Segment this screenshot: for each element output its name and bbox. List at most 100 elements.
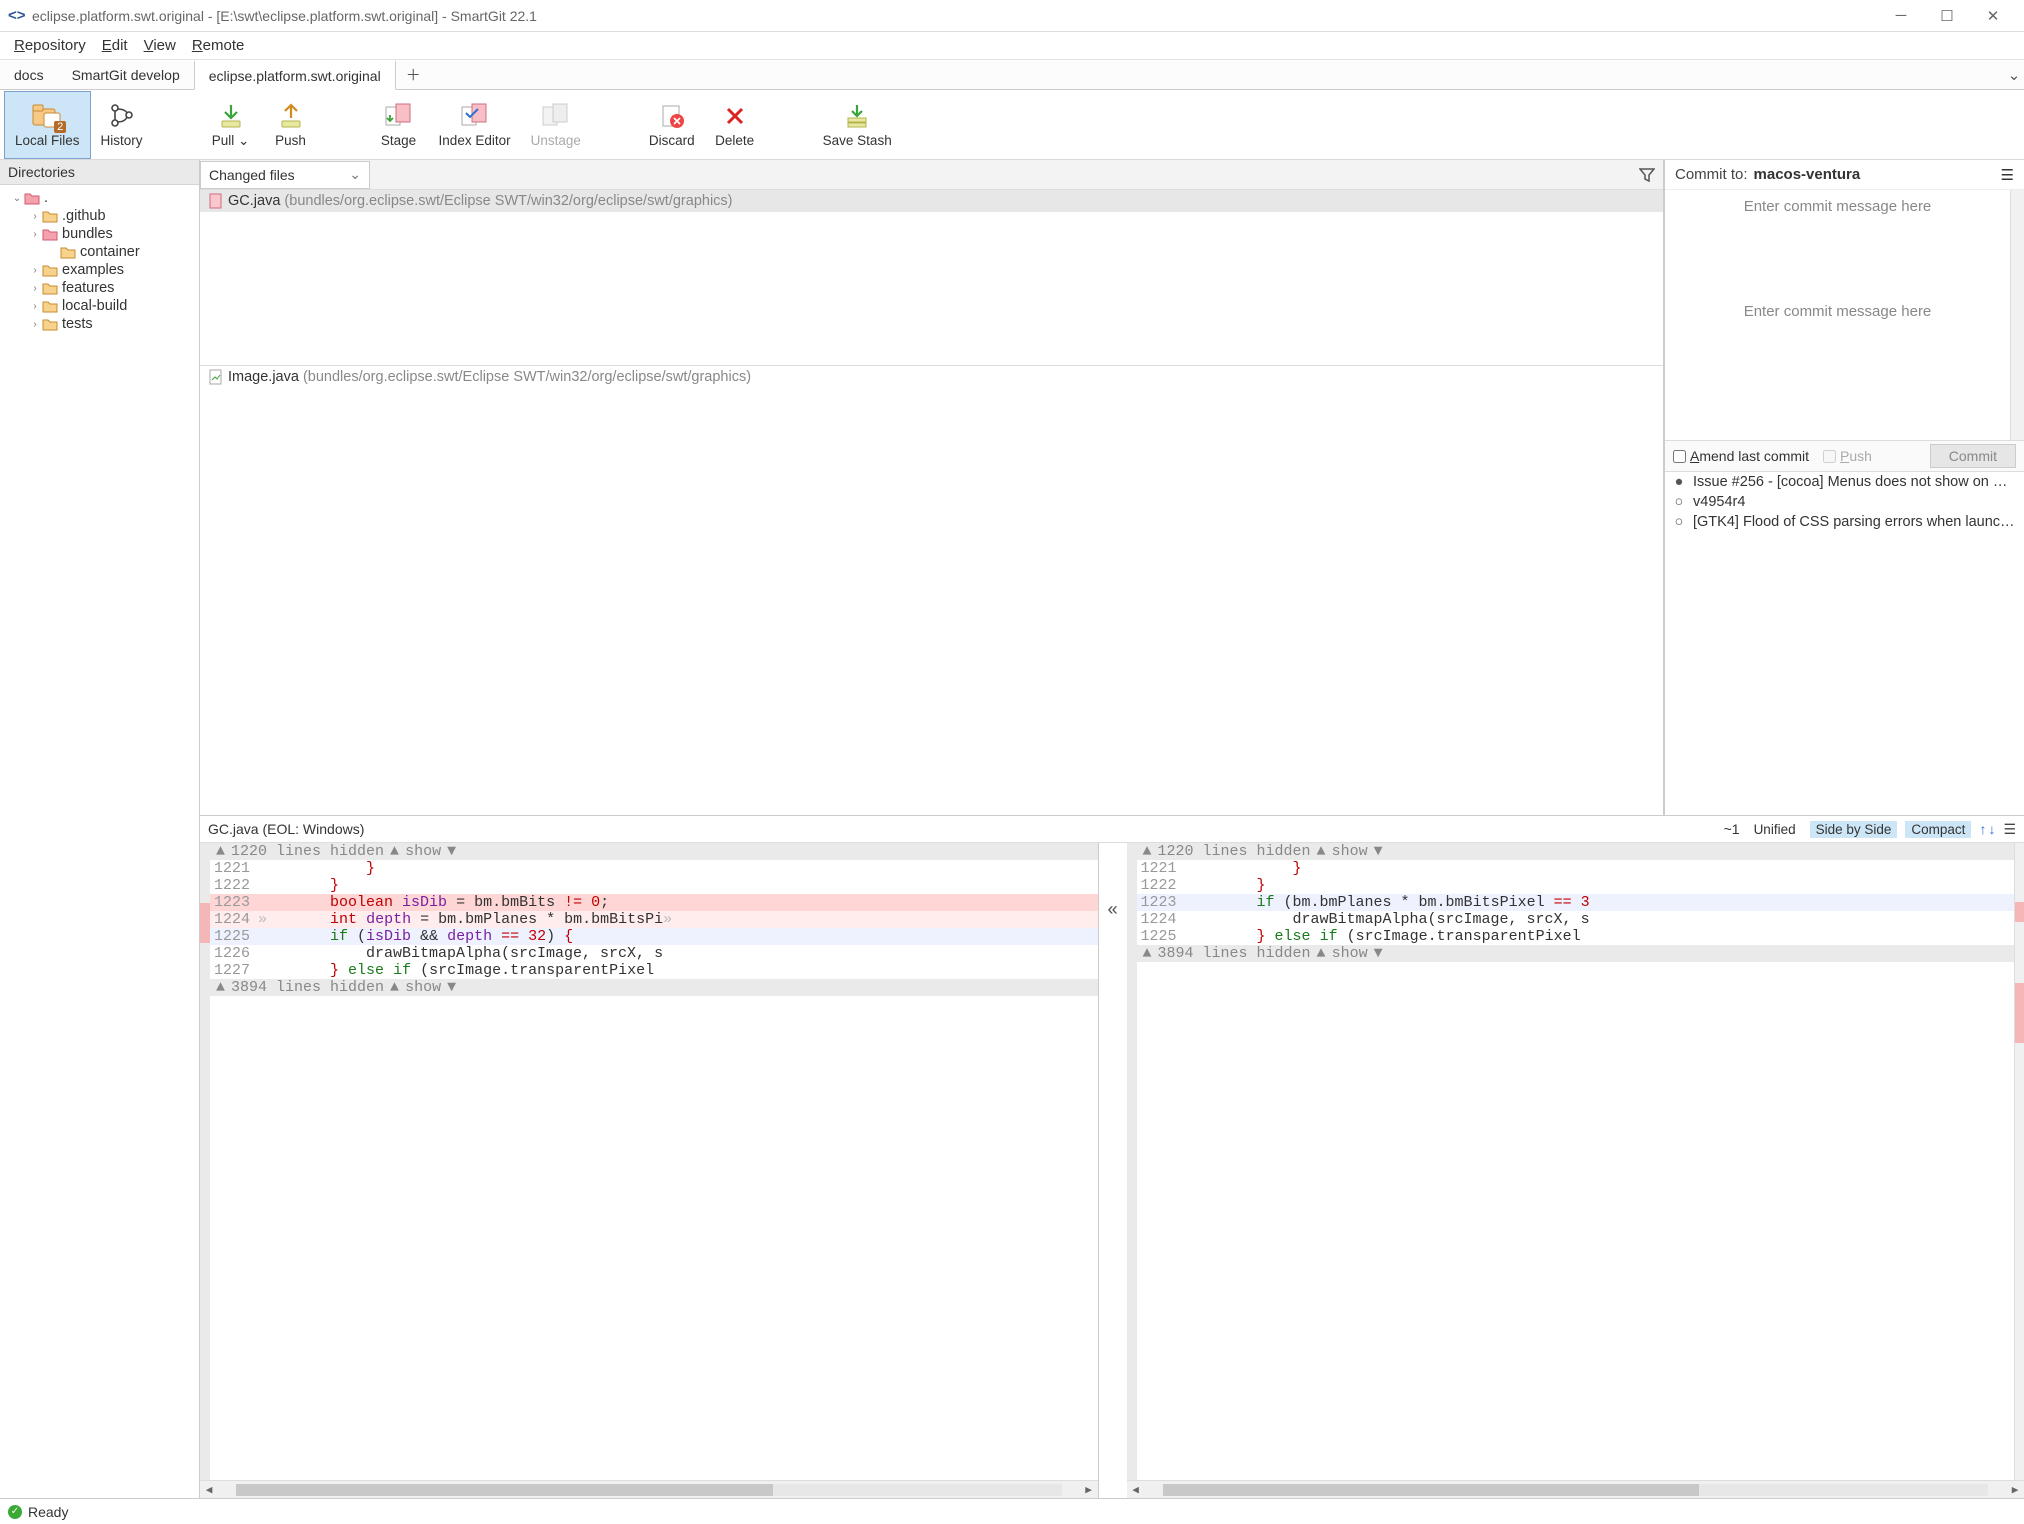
menu-repository[interactable]: Repository xyxy=(8,35,92,56)
menu-view[interactable]: View xyxy=(138,35,182,56)
code-line[interactable]: 1226 drawBitmapAlpha(srcImage, srcX, s xyxy=(210,945,1098,962)
save-stash-button[interactable]: Save Stash xyxy=(813,91,902,159)
diff-file-label: GC.java (EOL: Windows) xyxy=(208,821,364,837)
directories-header: Directories xyxy=(0,160,199,185)
window-title: eclipse.platform.swt.original - [E:\swt\… xyxy=(32,8,1878,24)
maximize-button[interactable]: ☐ xyxy=(1924,0,1970,32)
code-line[interactable]: 1223 boolean isDib = bm.bmBits != 0; xyxy=(210,894,1098,911)
directories-panel: Directories ⌄.›.github›bundlescontainer›… xyxy=(0,160,200,1498)
changed-files-list[interactable]: GC.java (bundles/org.eclipse.swt/Eclipse… xyxy=(200,190,1663,365)
file-row-gc[interactable]: GC.java (bundles/org.eclipse.swt/Eclipse… xyxy=(200,190,1663,212)
toolbar: 2 Local Files History Pull ⌄ Push xyxy=(0,90,2024,160)
tab-add[interactable]: ＋ xyxy=(396,60,431,89)
repo-tabs: docs SmartGit develop eclipse.platform.s… xyxy=(0,60,2024,90)
code-line[interactable]: 1222 } xyxy=(210,877,1098,894)
tree-item-features[interactable]: ›features xyxy=(4,279,195,297)
menu-remote[interactable]: Remote xyxy=(186,35,251,56)
code-line[interactable]: 1221 } xyxy=(210,860,1098,877)
amend-checkbox[interactable]: Amend last commit xyxy=(1673,448,1809,464)
status-text: Ready xyxy=(28,1504,68,1520)
history-icon xyxy=(107,101,137,131)
commit-log[interactable]: ●Issue #256 - [cocoa] Menus does not sho… xyxy=(1665,472,2024,815)
commit-menu-icon[interactable]: ☰ xyxy=(2001,166,2014,184)
commit-scrollbar[interactable] xyxy=(2010,190,2024,440)
commit-message-input[interactable] xyxy=(1665,190,2010,440)
tree-item-.github[interactable]: ›.github xyxy=(4,207,195,225)
local-files-badge: 2 xyxy=(54,121,66,133)
tab-smartgit-develop[interactable]: SmartGit develop xyxy=(58,60,194,89)
prev-change-icon[interactable]: ↑ xyxy=(1979,821,1986,837)
directories-tree[interactable]: ⌄.›.github›bundlescontainer›examples›fea… xyxy=(0,185,199,1498)
menu-edit[interactable]: Edit xyxy=(96,35,134,56)
commit-button[interactable]: Commit xyxy=(1930,444,2016,468)
status-ok-icon: ✓ xyxy=(8,1505,22,1519)
code-line[interactable]: 1222 } xyxy=(1137,877,2015,894)
unstage-button[interactable]: Unstage xyxy=(521,91,591,159)
tabs-overflow[interactable]: ⌄ xyxy=(2004,60,2024,89)
filter-icon[interactable] xyxy=(1639,167,1655,183)
index-editor-icon xyxy=(460,101,490,131)
tab-eclipse-swt[interactable]: eclipse.platform.swt.original xyxy=(194,60,396,90)
view-compact[interactable]: Compact xyxy=(1905,821,1971,838)
status-bar: ✓ Ready xyxy=(0,1498,2024,1524)
diff-overview-ruler[interactable] xyxy=(2014,843,2024,1480)
diff-left-lines[interactable]: ▲1220 lines hidden▲show▼ 1221 }1222 }122… xyxy=(210,843,1098,1480)
tree-item-container[interactable]: container xyxy=(4,243,195,261)
diff-right-hscroll[interactable]: ◀▶ xyxy=(1127,1480,2024,1498)
save-stash-icon xyxy=(842,101,872,131)
code-line[interactable]: 1227 } else if (srcImage.transparentPixe… xyxy=(210,962,1098,979)
code-line[interactable]: 1221 } xyxy=(1137,860,2015,877)
file-row-image[interactable]: Image.java (bundles/org.eclipse.swt/Ecli… xyxy=(200,366,1663,388)
diff-view: ▲1220 lines hidden▲show▼ 1221 }1222 }122… xyxy=(200,843,2024,1498)
local-files-button[interactable]: 2 Local Files xyxy=(4,91,91,159)
pull-button[interactable]: Pull ⌄ xyxy=(201,91,261,159)
commit-panel: Commit to: macos-ventura ☰ Enter commit … xyxy=(1664,160,2024,815)
diff-right-lines[interactable]: ▲1220 lines hidden▲show▼ 1221 }1222 }122… xyxy=(1137,843,2015,1480)
history-button[interactable]: History xyxy=(91,91,153,159)
delete-button[interactable]: Delete xyxy=(705,91,765,159)
diff-change-count: ~1 xyxy=(1724,821,1740,837)
title-bar: <> eclipse.platform.swt.original - [E:\s… xyxy=(0,0,2024,32)
diff-menu-icon[interactable]: ☰ xyxy=(2003,821,2016,838)
file-modified-icon xyxy=(208,193,224,209)
view-side-by-side[interactable]: Side by Side xyxy=(1810,821,1898,838)
local-files-icon: 2 xyxy=(32,101,62,131)
file-icon xyxy=(208,369,224,385)
tree-item-bundles[interactable]: ›bundles xyxy=(4,225,195,243)
commit-branch: macos-ventura xyxy=(1754,166,1861,183)
unstage-icon xyxy=(541,101,571,131)
code-line[interactable]: 1224» int depth = bm.bmPlanes * bm.bmBit… xyxy=(210,911,1098,928)
changed-files-dropdown[interactable]: Changed files⌄ xyxy=(200,161,370,189)
tree-item-examples[interactable]: ›examples xyxy=(4,261,195,279)
code-line[interactable]: 1224 drawBitmapAlpha(srcImage, srcX, s xyxy=(1137,911,2015,928)
code-line[interactable]: 1223 if (bm.bmPlanes * bm.bmBitsPixel ==… xyxy=(1137,894,2015,911)
stage-button[interactable]: Stage xyxy=(369,91,429,159)
push-button[interactable]: Push xyxy=(261,91,321,159)
changed-files-header: Changed files⌄ xyxy=(200,160,1663,190)
index-editor-button[interactable]: Index Editor xyxy=(429,91,521,159)
tree-item-tests[interactable]: ›tests xyxy=(4,315,195,333)
log-row[interactable]: ●Issue #256 - [cocoa] Menus does not sho… xyxy=(1665,472,2024,492)
pull-icon xyxy=(216,101,246,131)
tree-item-.[interactable]: ⌄. xyxy=(4,189,195,207)
diff-right-pane: ▲1220 lines hidden▲show▼ 1221 }1222 }122… xyxy=(1127,843,2024,1498)
discard-button[interactable]: Discard xyxy=(639,91,705,159)
code-line[interactable]: 1225 } else if (srcImage.transparentPixe… xyxy=(1137,928,2015,945)
minimize-button[interactable]: ─ xyxy=(1878,0,1924,32)
diff-header: GC.java (EOL: Windows) ~1 Unified Side b… xyxy=(200,815,2024,843)
tree-item-local-build[interactable]: ›local-build xyxy=(4,297,195,315)
apply-change-left-icon[interactable]: « xyxy=(1107,901,1118,921)
discard-icon xyxy=(657,101,687,131)
log-row[interactable]: ○v4954r4 xyxy=(1665,492,2024,512)
stage-icon xyxy=(384,101,414,131)
delete-icon xyxy=(720,101,750,131)
staged-files-list[interactable]: Image.java (bundles/org.eclipse.swt/Ecli… xyxy=(200,365,1663,540)
commit-to-label: Commit to: xyxy=(1675,166,1748,183)
close-button[interactable]: ✕ xyxy=(1970,0,2016,32)
code-line[interactable]: 1225 if (isDib && depth == 32) { xyxy=(210,928,1098,945)
diff-left-hscroll[interactable]: ◀▶ xyxy=(200,1480,1098,1498)
log-row[interactable]: ○[GTK4] Flood of CSS parsing errors when… xyxy=(1665,512,2024,532)
tab-docs[interactable]: docs xyxy=(0,60,58,89)
next-change-icon[interactable]: ↓ xyxy=(1988,821,1995,837)
view-unified[interactable]: Unified xyxy=(1748,821,1802,838)
